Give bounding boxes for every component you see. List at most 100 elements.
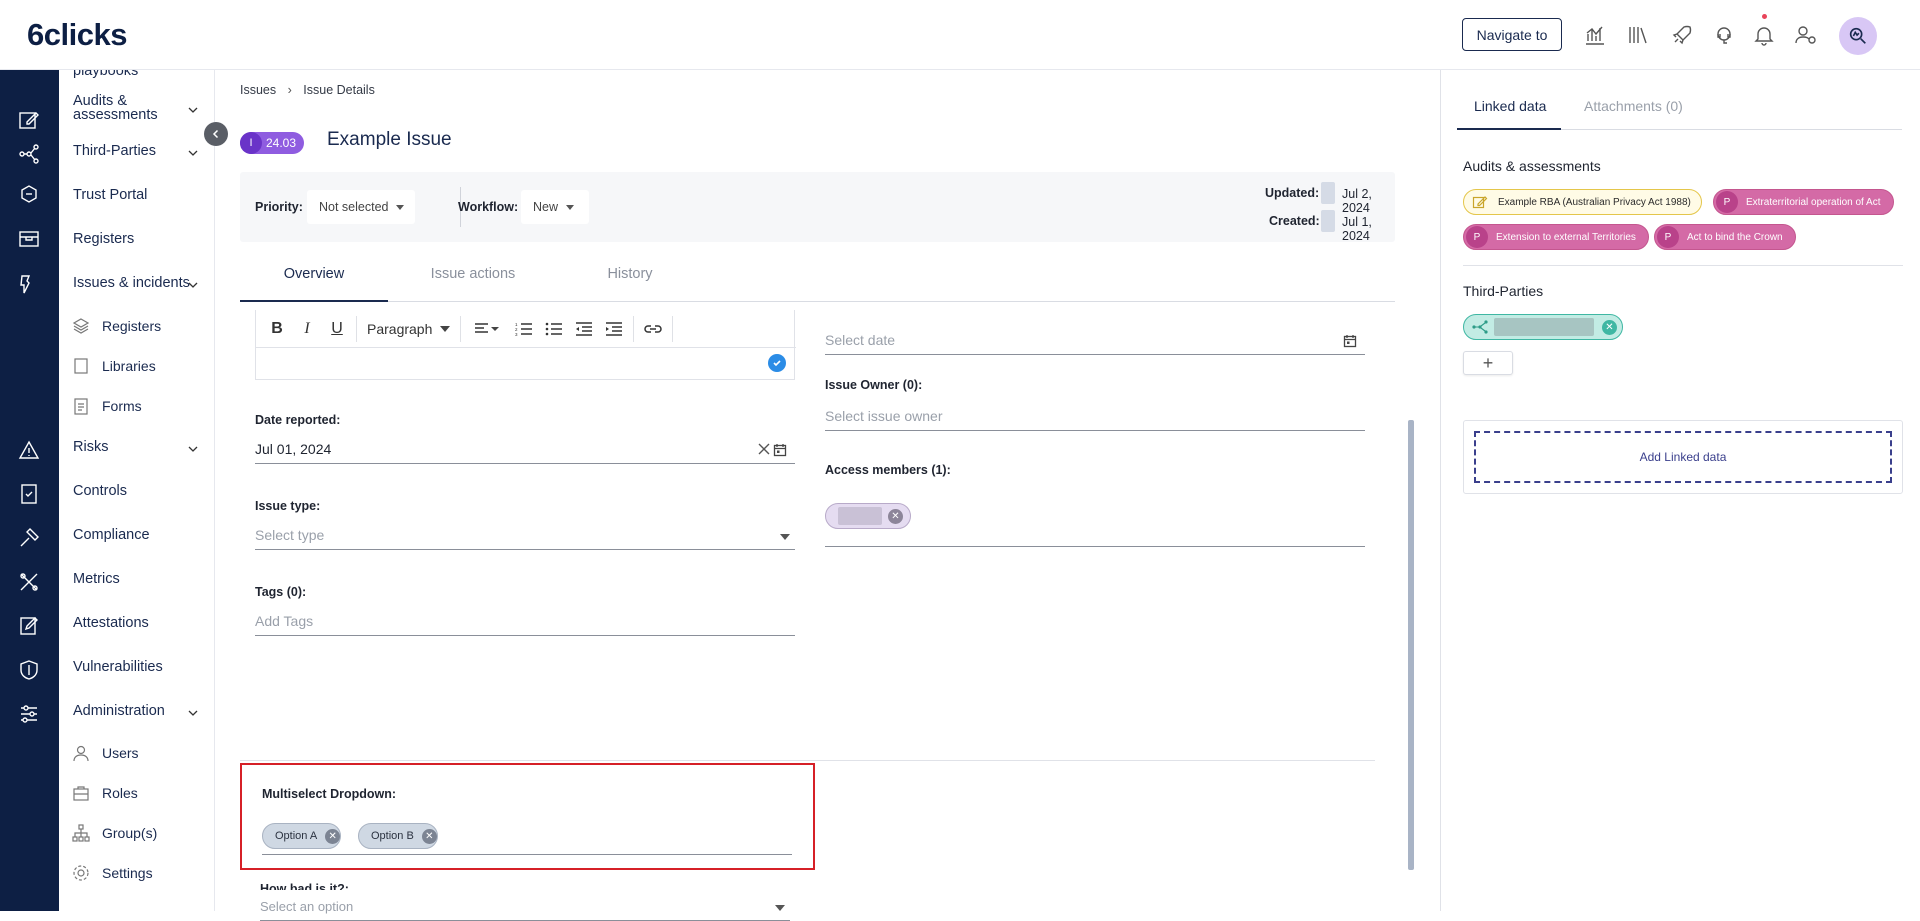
chevron-down-icon[interactable] — [187, 104, 199, 116]
rich-text-editor[interactable]: B I U Paragraph 123 — [255, 310, 796, 380]
linked-audit-tag[interactable]: Example RBA (Australian Privacy Act 1988… — [1463, 189, 1702, 215]
controls-icon[interactable] — [17, 482, 41, 506]
remove-member-icon[interactable]: ✕ — [888, 508, 903, 524]
sidebar-item-risks[interactable]: Risks — [73, 439, 108, 455]
logo[interactable]: 6clicks — [27, 17, 127, 53]
compliance-icon[interactable] — [17, 526, 41, 550]
tags-label: Tags (0): — [255, 585, 307, 599]
remove-option-icon[interactable]: ✕ — [421, 828, 437, 844]
tab-linked-data[interactable]: Linked data — [1457, 98, 1561, 130]
outdent-icon[interactable] — [569, 316, 599, 342]
provision-icon: P — [1466, 226, 1488, 248]
headset-icon[interactable] — [1711, 22, 1737, 48]
bullet-list-icon[interactable] — [539, 316, 569, 342]
date-reported-label: Date reported: — [255, 413, 341, 427]
attestations-icon[interactable] — [17, 614, 41, 638]
linked-audit-label: Example RBA (Australian Privacy Act 1988… — [1498, 196, 1691, 208]
indent-icon[interactable] — [599, 316, 629, 342]
linked-provision-tag[interactable]: P Extraterritorial operation of Act — [1713, 189, 1894, 215]
date-reported-input[interactable]: Jul 01, 2024 — [255, 434, 795, 464]
bold-icon[interactable]: B — [262, 316, 292, 342]
third-party-chip[interactable]: ✕ — [1463, 314, 1623, 340]
sidebar-item-trust-portal[interactable]: Trust Portal — [73, 187, 147, 203]
remove-third-party-icon[interactable]: ✕ — [1602, 319, 1617, 335]
select-date-placeholder: Select date — [825, 331, 896, 348]
add-linked-data-button[interactable]: Add Linked data — [1474, 431, 1892, 483]
portal-icon[interactable] — [17, 182, 41, 206]
user-settings-icon[interactable] — [1793, 22, 1819, 48]
sidebar-item-vulnerabilities[interactable]: Vulnerabilities — [73, 659, 163, 675]
sidebar-sub-groups[interactable]: Group(s) — [102, 825, 157, 841]
chevron-down-icon[interactable] — [187, 707, 199, 719]
sidebar-item-issues[interactable]: Issues & incidents — [73, 275, 190, 291]
select-date-input[interactable]: Select date — [825, 325, 1365, 355]
rocket-icon[interactable] — [1669, 22, 1695, 48]
sidebar-sub-libraries[interactable]: Libraries — [102, 358, 156, 374]
sidebar-sub-settings[interactable]: Settings — [102, 865, 153, 881]
registers-icon[interactable] — [17, 226, 41, 250]
tags-input[interactable]: Add Tags — [255, 606, 795, 636]
chevron-down-icon[interactable] — [187, 443, 199, 455]
sliders-icon[interactable] — [17, 702, 41, 726]
library-icon[interactable] — [1625, 22, 1651, 48]
sidebar-item-controls[interactable]: Controls — [73, 483, 127, 499]
access-members-field[interactable]: ✕ — [825, 485, 1365, 547]
avatar[interactable] — [1839, 17, 1877, 55]
sidebar-item-audits[interactable]: Audits & assessments — [73, 94, 173, 123]
tab-overview[interactable]: Overview — [240, 256, 388, 302]
paragraph-select[interactable]: Paragraph — [361, 321, 456, 337]
issues-icon[interactable] — [17, 272, 41, 296]
access-member-chip: ✕ — [825, 503, 911, 529]
issue-owner-input[interactable]: Select issue owner — [825, 401, 1365, 431]
sidebar-sub-forms[interactable]: Forms — [102, 398, 142, 414]
risk-icon[interactable] — [17, 438, 41, 462]
sidebar-item-registers[interactable]: Registers — [73, 231, 134, 247]
analytics-icon[interactable] — [1582, 22, 1608, 48]
linked-provision-tag[interactable]: P Extension to external Territories — [1463, 224, 1649, 250]
network-icon[interactable] — [17, 142, 41, 166]
how-bad-select[interactable]: Select an option — [260, 897, 790, 921]
underline-icon[interactable]: U — [322, 316, 352, 342]
numbered-list-icon[interactable]: 123 — [509, 316, 539, 342]
bell-icon[interactable] — [1751, 22, 1777, 48]
content-scrollbar[interactable] — [1408, 420, 1414, 870]
multiselect-dropdown[interactable]: Option A ✕ Option B ✕ — [262, 821, 792, 855]
priority-select[interactable]: Not selected — [307, 190, 415, 224]
calendar-icon[interactable] — [1343, 334, 1357, 348]
paragraph-label: Paragraph — [367, 320, 433, 337]
sidebar-item-third-parties[interactable]: Third-Parties — [73, 143, 156, 159]
linked-provision-tag[interactable]: P Act to bind the Crown — [1654, 224, 1796, 250]
italic-icon[interactable]: I — [292, 316, 322, 342]
sidebar-sub-registers[interactable]: Registers — [102, 318, 161, 334]
multiselect-chip-option-b: Option B ✕ — [358, 823, 438, 849]
clear-icon[interactable] — [758, 443, 770, 455]
sidebar-item-attestations[interactable]: Attestations — [73, 615, 149, 631]
chevron-down-icon[interactable] — [187, 147, 199, 159]
tab-attachments[interactable]: Attachments (0) — [1584, 98, 1683, 130]
page-title[interactable]: Example Issue — [327, 129, 452, 151]
edit-icon[interactable] — [17, 108, 41, 132]
icon-rail — [0, 70, 59, 911]
navigate-to-button[interactable]: Navigate to — [1462, 18, 1562, 51]
shield-icon[interactable] — [17, 658, 41, 682]
remove-option-icon[interactable]: ✕ — [325, 828, 341, 844]
sidebar-item-administration[interactable]: Administration — [73, 703, 165, 719]
align-icon[interactable] — [465, 316, 509, 342]
sidebar-item-metrics[interactable]: Metrics — [73, 571, 120, 587]
add-third-party-button[interactable]: + — [1463, 351, 1513, 375]
chevron-down-icon[interactable] — [187, 279, 199, 291]
metrics-icon[interactable] — [17, 570, 41, 594]
calendar-icon[interactable] — [773, 443, 787, 457]
sidebar-item-compliance[interactable]: Compliance — [73, 527, 150, 543]
sidebar-sub-users[interactable]: Users — [102, 745, 139, 761]
link-icon[interactable] — [638, 316, 668, 342]
sidebar-sub-roles[interactable]: Roles — [102, 785, 138, 801]
priority-value: Not selected — [319, 200, 389, 214]
tab-history[interactable]: History — [530, 256, 730, 302]
save-check-icon[interactable] — [768, 354, 786, 372]
issue-type-select[interactable]: Select type — [255, 520, 795, 550]
sidebar-item-playbooks[interactable]: playbooks — [73, 70, 138, 79]
breadcrumb-issues[interactable]: Issues — [240, 83, 276, 97]
sidebar: playbooks Audits & assessments Third-Par… — [59, 70, 215, 911]
workflow-select[interactable]: New — [521, 190, 589, 224]
